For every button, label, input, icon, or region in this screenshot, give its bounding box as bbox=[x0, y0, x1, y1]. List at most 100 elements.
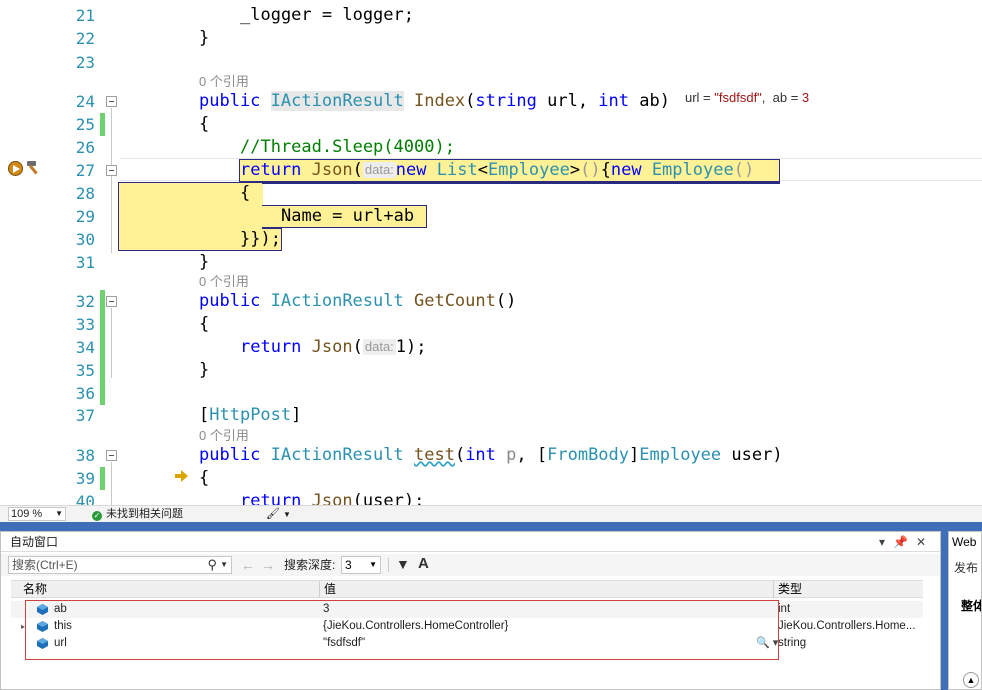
arrow-left-icon[interactable]: ← bbox=[241, 557, 261, 573]
change-bar bbox=[100, 113, 105, 136]
column-header-type[interactable]: 类型 bbox=[778, 581, 802, 598]
line-number: 23 bbox=[75, 53, 95, 72]
row-type: string bbox=[778, 637, 807, 649]
code-line-37: [HttpPost] bbox=[199, 405, 302, 425]
change-bar bbox=[100, 467, 105, 490]
indent-guide bbox=[111, 462, 112, 505]
row-type: int bbox=[778, 603, 791, 615]
code-line-31: } bbox=[199, 252, 210, 272]
web-panel-heading: 整体 bbox=[961, 599, 981, 613]
zoom-value: 109 % bbox=[11, 508, 43, 520]
dropdown-icon[interactable]: ▾ bbox=[879, 535, 893, 549]
toolbar-separator bbox=[388, 558, 389, 572]
code-line-29: Name = url+ab bbox=[281, 206, 415, 226]
font-icon[interactable]: A bbox=[418, 555, 429, 572]
code-line-35: } bbox=[199, 360, 210, 380]
line-number: 26 bbox=[75, 138, 95, 157]
codelens-references[interactable]: 0 个引用 bbox=[199, 428, 249, 444]
indent-guide bbox=[111, 308, 112, 378]
line-number: 30 bbox=[75, 230, 95, 249]
code-cleanup-button[interactable]: 🖌 ▼ bbox=[266, 507, 291, 522]
publish-tab[interactable]: 发布 bbox=[954, 559, 978, 576]
window-separator bbox=[941, 531, 948, 690]
scroll-up-icon[interactable]: ▲ bbox=[963, 672, 979, 688]
line-number: 32 bbox=[75, 292, 95, 311]
fold-toggle[interactable] bbox=[106, 296, 117, 307]
search-placeholder: 搜索(Ctrl+E) bbox=[12, 558, 78, 572]
editor-status-strip: 109 % ▼ ✓ 未找到相关问题 🖌 ▼ bbox=[0, 505, 982, 522]
close-icon[interactable]: ✕ bbox=[916, 535, 934, 549]
arrow-right-icon[interactable]: → bbox=[261, 557, 281, 573]
code-line-39: { bbox=[199, 468, 210, 488]
chevron-down-icon: ▼ bbox=[55, 509, 63, 518]
line-number: 35 bbox=[75, 361, 95, 380]
autos-title: 自动窗口 bbox=[10, 535, 59, 549]
row-type: JieKou.Controllers.Home... bbox=[778, 620, 916, 632]
line-number: 40 bbox=[75, 492, 95, 505]
column-divider[interactable] bbox=[319, 581, 320, 598]
code-line-38: public IActionResult test(int p, [FromBo… bbox=[199, 445, 783, 465]
chevron-down-icon: ▼ bbox=[282, 510, 291, 519]
step-arrow-icon bbox=[175, 470, 188, 482]
indent-guide bbox=[111, 108, 112, 253]
check-icon: ✓ bbox=[92, 511, 102, 521]
web-publish-panel: Web 发布 整体 ▲ bbox=[948, 531, 982, 690]
web-panel-title[interactable]: Web bbox=[952, 535, 976, 549]
search-depth-select[interactable]: 3 ▼ bbox=[341, 556, 381, 574]
code-line-27: return Json(data: new List<Employee>(){ne… bbox=[240, 160, 755, 180]
pin-icon[interactable]: 📌 bbox=[893, 535, 916, 549]
line-number: 39 bbox=[75, 469, 95, 488]
change-bar bbox=[100, 290, 105, 405]
line-number: 29 bbox=[75, 207, 95, 226]
line-number: 25 bbox=[75, 115, 95, 134]
search-depth-value: 3 bbox=[345, 558, 352, 572]
code-line-33: { bbox=[199, 314, 210, 334]
line-number: 22 bbox=[75, 29, 95, 48]
fold-toggle[interactable] bbox=[106, 96, 117, 107]
autos-window: 自动窗口 ▾📌✕ 搜索(Ctrl+E) ⚲ ▼ ←→ 搜索深度: 3 ▼ ▼ A … bbox=[0, 531, 941, 690]
code-line-26: //Thread.Sleep(4000); bbox=[240, 137, 455, 157]
line-number: 33 bbox=[75, 315, 95, 334]
line-number: 28 bbox=[75, 184, 95, 203]
issues-text: 未找到相关问题 bbox=[106, 508, 183, 520]
column-header-name[interactable]: 名称 bbox=[23, 581, 47, 598]
autos-title-bar[interactable]: 自动窗口 ▾📌✕ bbox=[1, 532, 940, 552]
code-line-32: public IActionResult GetCount() bbox=[199, 291, 517, 311]
codelens-references[interactable]: 0 个引用 bbox=[199, 74, 249, 90]
search-input[interactable]: 搜索(Ctrl+E) ⚲ ▼ bbox=[8, 556, 232, 574]
code-line-21: _logger = logger; bbox=[240, 5, 414, 25]
code-editor[interactable]: 21 22 23 24 25 26 27 28 29 30 31 32 33 3… bbox=[0, 0, 982, 505]
zoom-select[interactable]: 109 % ▼ bbox=[8, 507, 66, 521]
window-separator bbox=[0, 522, 982, 531]
fold-toggle[interactable] bbox=[106, 450, 117, 461]
autos-toolbar: 搜索(Ctrl+E) ⚲ ▼ ←→ 搜索深度: 3 ▼ ▼ A bbox=[1, 554, 940, 576]
inline-debug-values: url = "fsdfsdf", ab = 3 bbox=[685, 90, 810, 105]
chevron-down-icon[interactable]: ▼ bbox=[220, 557, 228, 573]
line-number: 27 bbox=[75, 161, 95, 180]
issues-indicator[interactable]: ✓ 未找到相关问题 bbox=[92, 507, 183, 521]
line-number: 38 bbox=[75, 446, 95, 465]
code-line-22: } bbox=[199, 28, 210, 48]
chevron-down-icon: ▼ bbox=[369, 560, 377, 569]
brush-icon: 🖌 bbox=[266, 508, 280, 520]
line-number: 37 bbox=[75, 406, 95, 425]
fold-toggle[interactable] bbox=[106, 165, 117, 176]
line-number: 21 bbox=[75, 6, 95, 25]
line-number: 34 bbox=[75, 338, 95, 357]
code-line-24: public IActionResult Index(string url, i… bbox=[199, 91, 670, 111]
highlight-edge bbox=[262, 182, 780, 184]
search-depth-label: 搜索深度: bbox=[284, 558, 336, 572]
codelens-references[interactable]: 0 个引用 bbox=[199, 274, 249, 290]
line-number: 36 bbox=[75, 384, 95, 403]
filter-icon[interactable]: ▼ bbox=[396, 556, 410, 572]
code-line-40: return Json(user); bbox=[240, 491, 425, 505]
line-number: 24 bbox=[75, 92, 95, 111]
column-divider[interactable] bbox=[773, 581, 774, 598]
code-line-34: return Json(data: 1); bbox=[240, 337, 427, 357]
column-header-value[interactable]: 值 bbox=[324, 581, 336, 598]
search-icon[interactable]: ⚲ bbox=[207, 557, 217, 573]
line-number: 31 bbox=[75, 253, 95, 272]
autos-grid-header: 名称 值 类型 bbox=[11, 580, 923, 598]
breakpoint-current-icon[interactable] bbox=[8, 161, 23, 176]
annotation-box bbox=[25, 600, 779, 660]
